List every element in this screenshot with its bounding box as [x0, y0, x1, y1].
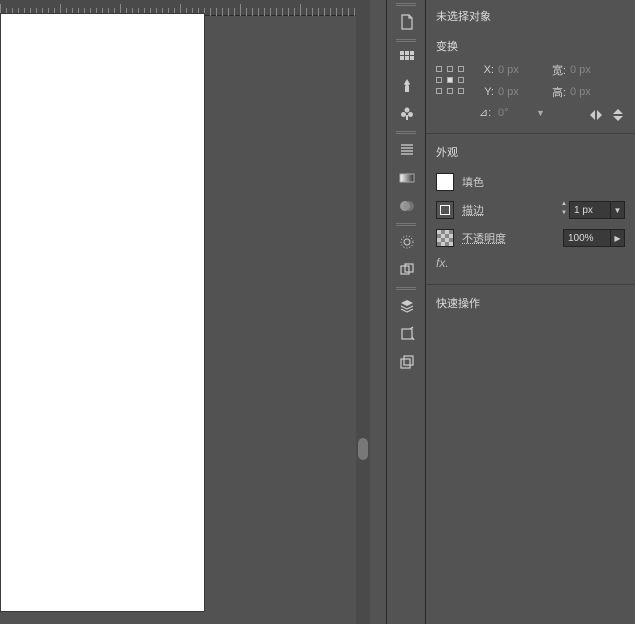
layers-icon[interactable]	[387, 292, 427, 320]
flip-horizontal-icon[interactable]	[589, 108, 603, 125]
no-selection-label: 未选择对象	[426, 0, 635, 32]
appearance-sun-icon[interactable]	[387, 228, 427, 256]
graphic-styles-icon[interactable]	[387, 256, 427, 284]
rotate-dropdown[interactable]: ▼	[536, 108, 545, 118]
symbol-club-icon[interactable]	[387, 100, 427, 128]
gradient-icon[interactable]	[387, 164, 427, 192]
properties-panel: 未选择对象 变换 X: 0 px 宽: 0 px Y: 0 px 高: 0 px…	[426, 0, 635, 624]
swatches-icon[interactable]	[387, 44, 427, 72]
stroke-stepper[interactable]: ▲▼	[559, 201, 569, 219]
stroke-weight-dropdown[interactable]: ▼	[611, 201, 625, 219]
opacity-input[interactable]: 100%	[563, 229, 611, 247]
artboard-icon[interactable]	[387, 320, 427, 348]
transparency-icon[interactable]	[387, 192, 427, 220]
collapsed-panels-strip	[386, 0, 426, 624]
document-icon[interactable]	[387, 8, 427, 36]
appearance-section: 填色 描边 ▲▼ 1 px ▼ 不透明度 100% ▶ fx.	[426, 164, 635, 280]
height-input[interactable]: 0 px	[570, 86, 610, 98]
width-input[interactable]: 0 px	[570, 64, 610, 76]
rotate-input[interactable]: 0°	[498, 107, 528, 119]
reference-point-grid[interactable]	[436, 66, 464, 94]
opacity-dropdown[interactable]: ▶	[611, 229, 625, 247]
y-input[interactable]: 0 px	[498, 86, 538, 98]
divider	[426, 284, 635, 285]
x-input[interactable]: 0 px	[498, 64, 538, 76]
opacity-label[interactable]: 不透明度	[462, 230, 506, 246]
strip-grip[interactable]	[387, 0, 425, 8]
quick-actions-section	[426, 315, 635, 565]
fill-swatch[interactable]	[436, 173, 454, 191]
brush-icon[interactable]	[387, 72, 427, 100]
artboard-canvas[interactable]	[0, 13, 205, 612]
canvas-area	[0, 0, 370, 624]
flip-vertical-icon[interactable]	[611, 108, 625, 125]
appearance-header: 外观	[426, 138, 635, 164]
paragraph-icon[interactable]	[387, 136, 427, 164]
x-label: X:	[476, 64, 494, 76]
fill-label: 填色	[462, 174, 484, 190]
divider	[426, 133, 635, 134]
y-label: Y:	[476, 86, 494, 98]
rotate-icon: ⊿:	[476, 106, 494, 119]
quick-actions-header: 快速操作	[426, 289, 635, 315]
strip-grip[interactable]	[387, 128, 425, 136]
width-label: 宽:	[546, 62, 566, 78]
stroke-swatch[interactable]	[436, 201, 454, 219]
strip-grip[interactable]	[387, 220, 425, 228]
strip-grip[interactable]	[387, 284, 425, 292]
height-label: 高:	[546, 84, 566, 100]
opacity-swatch[interactable]	[436, 229, 454, 247]
scrollbar-thumb[interactable]	[358, 438, 368, 460]
fx-button[interactable]: fx.	[436, 252, 625, 272]
transform-section: X: 0 px 宽: 0 px Y: 0 px 高: 0 px ⊿: 0° ▼	[426, 58, 635, 129]
stroke-label[interactable]: 描边	[462, 202, 484, 218]
transform-header: 变换	[426, 32, 635, 58]
links-icon[interactable]	[387, 348, 427, 376]
scrollbar-vertical[interactable]	[356, 0, 370, 624]
strip-grip[interactable]	[387, 36, 425, 44]
stroke-weight-input[interactable]: 1 px	[569, 201, 611, 219]
